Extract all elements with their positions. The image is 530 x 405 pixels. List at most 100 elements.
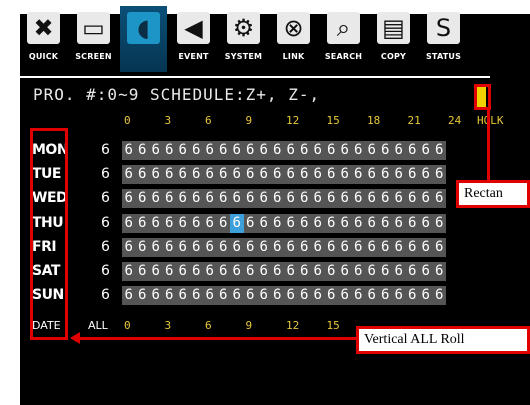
schedule-cell[interactable]: 6 bbox=[163, 286, 177, 305]
schedule-cell[interactable]: 6 bbox=[311, 238, 325, 257]
schedule-cell[interactable]: 6 bbox=[311, 165, 325, 184]
schedule-cell[interactable]: 6 bbox=[419, 165, 433, 184]
schedule-cell[interactable]: 6 bbox=[203, 141, 217, 160]
schedule-cell[interactable]: 6 bbox=[365, 262, 379, 281]
schedule-cell[interactable]: 6 bbox=[365, 286, 379, 305]
schedule-cell[interactable]: 6 bbox=[392, 286, 406, 305]
schedule-cell[interactable]: 6 bbox=[352, 214, 366, 233]
day-channel-value[interactable]: 6 bbox=[101, 142, 110, 158]
schedule-cell[interactable]: 6 bbox=[419, 262, 433, 281]
schedule-cell[interactable]: 6 bbox=[176, 286, 190, 305]
schedule-cell[interactable]: 6 bbox=[217, 286, 231, 305]
schedule-cell[interactable]: 6 bbox=[379, 214, 393, 233]
schedule-cell[interactable]: 6 bbox=[176, 189, 190, 208]
schedule-cell[interactable]: 6 bbox=[203, 214, 217, 233]
schedule-cell[interactable]: 6 bbox=[190, 238, 204, 257]
schedule-cell[interactable]: 6 bbox=[244, 286, 258, 305]
schedule-cell[interactable]: 6 bbox=[257, 189, 271, 208]
schedule-cell[interactable]: 6 bbox=[284, 262, 298, 281]
schedule-cell[interactable]: 6 bbox=[365, 189, 379, 208]
schedule-cell[interactable]: 6 bbox=[203, 262, 217, 281]
schedule-cell[interactable]: 6 bbox=[433, 262, 447, 281]
schedule-cell[interactable]: 6 bbox=[230, 238, 244, 257]
schedule-cell[interactable]: 6 bbox=[352, 286, 366, 305]
schedule-cell[interactable]: 6 bbox=[149, 238, 163, 257]
schedule-cell[interactable]: 6 bbox=[284, 286, 298, 305]
schedule-cell[interactable]: 6 bbox=[379, 141, 393, 160]
day-channel-value[interactable]: 6 bbox=[101, 215, 110, 231]
schedule-cell[interactable]: 6 bbox=[433, 189, 447, 208]
schedule-cell[interactable]: 6 bbox=[149, 189, 163, 208]
schedule-cell[interactable]: 6 bbox=[311, 262, 325, 281]
schedule-cell[interactable]: 6 bbox=[190, 214, 204, 233]
schedule-cell[interactable]: 6 bbox=[149, 262, 163, 281]
schedule-cell[interactable]: 6 bbox=[325, 262, 339, 281]
schedule-cell[interactable]: 6 bbox=[190, 189, 204, 208]
schedule-cell[interactable]: 6 bbox=[433, 165, 447, 184]
schedule-cell[interactable]: 6 bbox=[379, 262, 393, 281]
schedule-cell[interactable]: 6 bbox=[136, 286, 150, 305]
schedule-cell[interactable]: 6 bbox=[365, 214, 379, 233]
schedule-cell[interactable]: 6 bbox=[406, 214, 420, 233]
schedule-cell[interactable]: 6 bbox=[352, 165, 366, 184]
schedule-cell[interactable]: 6 bbox=[284, 214, 298, 233]
schedule-cell[interactable]: 6 bbox=[136, 214, 150, 233]
schedule-cell[interactable]: 6 bbox=[311, 214, 325, 233]
schedule-cell[interactable]: 6 bbox=[298, 189, 312, 208]
schedule-cell[interactable]: 6 bbox=[298, 262, 312, 281]
schedule-cell[interactable]: 6 bbox=[433, 141, 447, 160]
all-label[interactable]: ALL bbox=[88, 319, 108, 332]
schedule-cell[interactable]: 6 bbox=[122, 165, 136, 184]
schedule-cell[interactable]: 6 bbox=[325, 165, 339, 184]
schedule-cell[interactable]: 6 bbox=[176, 238, 190, 257]
schedule-cell[interactable]: 6 bbox=[163, 214, 177, 233]
schedule-cell[interactable]: 6 bbox=[217, 189, 231, 208]
schedule-cell[interactable]: 6 bbox=[338, 214, 352, 233]
schedule-cell[interactable]: 6 bbox=[284, 141, 298, 160]
day-channel-value[interactable]: 6 bbox=[101, 239, 110, 255]
schedule-cell[interactable]: 6 bbox=[203, 238, 217, 257]
schedule-cell[interactable]: 6 bbox=[392, 214, 406, 233]
schedule-cell[interactable]: 6 bbox=[271, 165, 285, 184]
schedule-cell[interactable]: 6 bbox=[244, 262, 258, 281]
schedule-cell[interactable]: 6 bbox=[379, 189, 393, 208]
schedule-cell[interactable]: 6 bbox=[325, 141, 339, 160]
schedule-cell[interactable]: 6 bbox=[433, 286, 447, 305]
schedule-cell[interactable]: 6 bbox=[230, 286, 244, 305]
schedule-cell[interactable]: 6 bbox=[122, 141, 136, 160]
schedule-cell[interactable]: 6 bbox=[298, 165, 312, 184]
schedule-cell[interactable]: 6 bbox=[419, 286, 433, 305]
schedule-cell[interactable]: 6 bbox=[149, 141, 163, 160]
schedule-cell[interactable]: 6 bbox=[230, 165, 244, 184]
schedule-cell[interactable]: 6 bbox=[433, 238, 447, 257]
schedule-cell[interactable]: 6 bbox=[257, 141, 271, 160]
schedule-cell[interactable]: 6 bbox=[392, 262, 406, 281]
schedule-cell[interactable]: 6 bbox=[352, 238, 366, 257]
schedule-cell[interactable]: 6 bbox=[352, 262, 366, 281]
schedule-cell[interactable]: 6 bbox=[392, 189, 406, 208]
toolbar-item-event[interactable]: ◀ EVENT bbox=[170, 6, 217, 72]
schedule-cell[interactable]: 6 bbox=[163, 141, 177, 160]
schedule-cell[interactable]: 6 bbox=[419, 141, 433, 160]
schedule-cell[interactable]: 6 bbox=[136, 165, 150, 184]
schedule-cell[interactable]: 6 bbox=[271, 214, 285, 233]
toolbar-item-search[interactable]: ⌕ SEARCH bbox=[320, 6, 367, 72]
schedule-cell[interactable]: 6 bbox=[217, 165, 231, 184]
toolbar-item-screen[interactable]: ▭ SCREEN bbox=[70, 6, 117, 72]
day-channel-value[interactable]: 6 bbox=[101, 190, 110, 206]
day-channel-value[interactable]: 6 bbox=[101, 287, 110, 303]
schedule-cell[interactable]: 6 bbox=[136, 189, 150, 208]
schedule-cell[interactable]: 6 bbox=[257, 286, 271, 305]
day-channel-value[interactable]: 6 bbox=[101, 263, 110, 279]
schedule-cell[interactable]: 6 bbox=[271, 189, 285, 208]
schedule-cell[interactable]: 6 bbox=[149, 165, 163, 184]
schedule-cell[interactable]: 6 bbox=[122, 262, 136, 281]
schedule-cell[interactable]: 6 bbox=[257, 214, 271, 233]
schedule-cell[interactable]: 6 bbox=[190, 141, 204, 160]
schedule-cell[interactable]: 6 bbox=[244, 238, 258, 257]
schedule-cell[interactable]: 6 bbox=[298, 214, 312, 233]
schedule-cell[interactable]: 6 bbox=[122, 238, 136, 257]
schedule-cell[interactable]: 6 bbox=[203, 189, 217, 208]
schedule-cell[interactable]: 6 bbox=[190, 286, 204, 305]
schedule-cell[interactable]: 6 bbox=[244, 141, 258, 160]
